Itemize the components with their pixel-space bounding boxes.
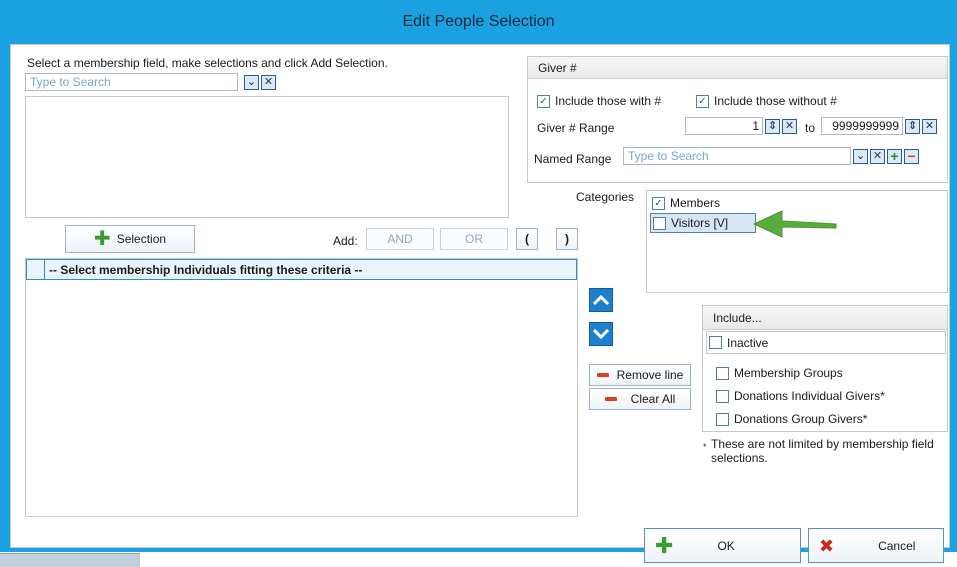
dropdown-chevron-icon[interactable]: ⌄ bbox=[853, 148, 868, 164]
inactive-label: Inactive bbox=[727, 335, 769, 350]
and-label: AND bbox=[387, 232, 413, 246]
categories-label: Categories bbox=[576, 190, 635, 204]
giver-group-title: Giver # bbox=[538, 60, 577, 75]
annotation-arrow-icon bbox=[753, 210, 837, 238]
named-range-input[interactable]: Type to Search bbox=[623, 147, 851, 165]
add-selection-label: Selection bbox=[116, 232, 167, 246]
minus-icon bbox=[596, 373, 609, 377]
category-item-visitors[interactable]: Visitors [V] bbox=[650, 213, 756, 233]
range-from-input[interactable]: 1 bbox=[685, 117, 763, 135]
donations-individual-checkbox[interactable] bbox=[716, 389, 729, 403]
donations-group-checkbox[interactable] bbox=[716, 412, 729, 426]
visitors-checkbox[interactable] bbox=[653, 216, 666, 230]
giver-range-to: 9999999999 ⇕ ✕ bbox=[821, 117, 937, 135]
clear-all-button[interactable]: Clear All bbox=[589, 388, 691, 410]
add-operator-label: Add: bbox=[333, 234, 358, 248]
include-membership-groups[interactable]: Membership Groups bbox=[716, 366, 843, 380]
spin-icon[interactable]: ⇕ bbox=[765, 118, 780, 134]
include-with-label: Include those with # bbox=[555, 94, 662, 108]
members-label: Members bbox=[670, 196, 721, 210]
range-to-input[interactable]: 9999999999 bbox=[821, 117, 903, 135]
include-group-header: Include... bbox=[703, 306, 947, 330]
ok-button[interactable]: ✚ OK bbox=[644, 528, 801, 563]
background-taskbar-fragment bbox=[0, 553, 140, 567]
category-item-members[interactable]: ✓ Members bbox=[652, 196, 720, 210]
giver-range-label: Giver # Range bbox=[537, 121, 615, 135]
dropdown-chevron-icon[interactable]: ⌄ bbox=[244, 74, 259, 90]
visitors-label: Visitors [V] bbox=[671, 216, 729, 230]
include-without-number[interactable]: ✓ Include those without # bbox=[696, 94, 837, 108]
include-with-checkbox[interactable]: ✓ bbox=[537, 94, 550, 108]
giver-group-header: Giver # bbox=[528, 57, 947, 79]
row-selector-header bbox=[27, 260, 45, 279]
window-title-bar: Edit People Selection bbox=[0, 0, 957, 44]
include-footnote: These are not limited by membership fiel… bbox=[711, 437, 934, 465]
add-selection-button[interactable]: ✚ Selection bbox=[65, 225, 195, 253]
criteria-header-text: -- Select membership Individuals fitting… bbox=[49, 262, 363, 277]
close-paren-label: ) bbox=[565, 232, 569, 246]
donations-group-label: Donations Group Givers* bbox=[734, 412, 868, 426]
members-checkbox[interactable]: ✓ bbox=[652, 196, 665, 210]
or-button[interactable]: OR bbox=[440, 228, 508, 250]
chevron-up-icon bbox=[593, 295, 609, 305]
remove-line-label: Remove line bbox=[616, 368, 684, 382]
clear-x-icon[interactable]: ✕ bbox=[922, 118, 937, 134]
move-down-button[interactable] bbox=[589, 322, 613, 346]
membership-field-search: Type to Search ⌄ ✕ bbox=[25, 73, 276, 91]
criteria-grid-header: -- Select membership Individuals fitting… bbox=[26, 259, 577, 280]
membership-instruction-text: Select a membership field, make selectio… bbox=[27, 56, 388, 70]
move-up-button[interactable] bbox=[589, 288, 613, 312]
window-title: Edit People Selection bbox=[402, 13, 555, 30]
giver-range-from: 1 ⇕ ✕ bbox=[685, 117, 797, 135]
or-label: OR bbox=[465, 232, 483, 246]
criteria-grid[interactable]: -- Select membership Individuals fitting… bbox=[25, 258, 578, 517]
include-donations-group[interactable]: Donations Group Givers* bbox=[716, 412, 867, 426]
membership-groups-label: Membership Groups bbox=[734, 366, 843, 380]
include-donations-individual[interactable]: Donations Individual Givers* bbox=[716, 389, 885, 403]
include-without-checkbox[interactable]: ✓ bbox=[696, 94, 709, 108]
inactive-checkbox[interactable] bbox=[709, 336, 722, 349]
window-frame-left bbox=[0, 44, 10, 549]
footnote-asterisk: * bbox=[703, 442, 707, 452]
include-with-number[interactable]: ✓ Include those with # bbox=[537, 94, 661, 108]
donations-individual-label: Donations Individual Givers* bbox=[734, 389, 885, 403]
window-frame-right bbox=[950, 44, 957, 549]
spin-icon[interactable]: ⇕ bbox=[905, 118, 920, 134]
minus-icon bbox=[604, 397, 617, 401]
open-paren-button[interactable]: ( bbox=[516, 228, 538, 250]
and-button[interactable]: AND bbox=[366, 228, 434, 250]
named-range-label: Named Range bbox=[534, 152, 612, 166]
clear-x-icon[interactable]: ✕ bbox=[782, 118, 797, 134]
include-inactive[interactable]: Inactive bbox=[706, 331, 946, 354]
add-plus-icon[interactable]: + bbox=[887, 148, 902, 164]
close-paren-button[interactable]: ) bbox=[556, 228, 578, 250]
remove-minus-icon[interactable]: − bbox=[904, 148, 919, 164]
remove-line-button[interactable]: Remove line bbox=[589, 364, 691, 386]
chevron-down-icon bbox=[593, 329, 609, 339]
include-without-label: Include those without # bbox=[714, 94, 837, 108]
cancel-label: Cancel bbox=[878, 538, 916, 553]
plus-icon: ✚ bbox=[655, 532, 674, 558]
membership-groups-checkbox[interactable] bbox=[716, 366, 729, 380]
named-range-search: Type to Search ⌄ ✕ + − bbox=[623, 147, 919, 165]
clear-x-icon[interactable]: ✕ bbox=[870, 148, 885, 164]
clear-x-icon[interactable]: ✕ bbox=[261, 74, 276, 90]
open-paren-label: ( bbox=[525, 232, 529, 246]
membership-search-input[interactable]: Type to Search bbox=[25, 73, 238, 91]
ok-label: OK bbox=[717, 538, 735, 553]
cancel-button[interactable]: ✖ Cancel bbox=[808, 528, 944, 563]
include-group-title: Include... bbox=[713, 310, 762, 325]
membership-values-list[interactable] bbox=[25, 96, 509, 218]
clear-all-label: Clear All bbox=[630, 392, 676, 406]
range-to-label: to bbox=[805, 121, 816, 135]
plus-icon: ✚ bbox=[93, 228, 111, 250]
close-x-icon: ✖ bbox=[819, 535, 835, 556]
